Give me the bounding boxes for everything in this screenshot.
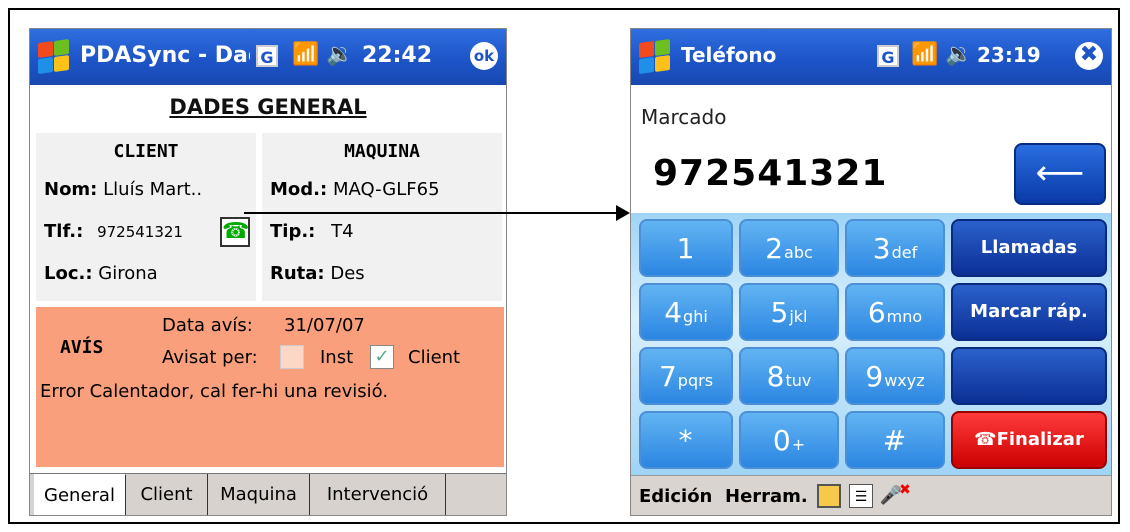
dialed-number: 972541321: [653, 153, 888, 194]
menu-edicion[interactable]: Edición: [639, 486, 712, 507]
menu-bar: Edición Herram. ☰ 🎤 ✖: [631, 475, 1111, 515]
loc-label: Loc.:: [44, 263, 93, 284]
volume-icon[interactable]: 🔉: [326, 42, 353, 67]
maquina-model-row: Mod.: MAQ-GLF65: [270, 179, 440, 200]
app-title: PDASync - Dadi: [80, 43, 250, 68]
data-avis-label: Data avís:: [162, 315, 253, 336]
key-9[interactable]: 9wxyz: [845, 347, 945, 405]
key-8[interactable]: 8tuv: [739, 347, 839, 405]
clock[interactable]: 22:42: [362, 43, 432, 68]
title-bar: PDASync - Dadi G 📶 🔉 22:42 ok: [30, 29, 506, 85]
tab-general[interactable]: General: [34, 474, 126, 515]
signal-icon[interactable]: 📶: [292, 42, 319, 67]
app-title: Teléfono: [681, 43, 777, 67]
client-phone-row: Tlf.: 972541321: [44, 221, 183, 242]
client-header: CLIENT: [113, 141, 179, 162]
call-phone-icon[interactable]: ☎: [220, 217, 250, 247]
maquina-panel: MAQUINA Mod.: MAQ-GLF65 Tip.: T4 Ruta: D…: [262, 133, 502, 301]
loc-value: Girona: [98, 263, 158, 284]
client-checkbox[interactable]: ✓: [370, 345, 394, 369]
avisat-per-label: Avisat per:: [162, 347, 258, 368]
key-6[interactable]: 6mno: [845, 283, 945, 341]
key-1[interactable]: 1: [639, 219, 733, 277]
g-network-icon: G: [877, 45, 899, 67]
client-panel: CLIENT Nom: Lluís Mart.. Tlf.: 972541321…: [36, 133, 256, 301]
phone-signal-icon[interactable]: 📶: [911, 42, 938, 67]
handset-icon: ☎: [974, 429, 997, 450]
blank-function-button[interactable]: [951, 347, 1107, 405]
client-location-row: Loc.: Girona: [44, 263, 158, 284]
notes-icon[interactable]: [817, 484, 841, 508]
muted-icon: ✖: [899, 482, 911, 498]
avis-section: AVÍS Data avís: 31/07/07 Avisat per: Ins…: [36, 307, 504, 467]
client-label: Client: [408, 347, 461, 368]
marcar-rapido-button[interactable]: Marcar ráp.: [951, 283, 1107, 341]
volume-icon[interactable]: 🔉: [945, 42, 972, 67]
contact-card-icon[interactable]: ☰: [849, 484, 873, 508]
mod-value: MAQ-GLF65: [332, 179, 440, 200]
tab-intervencio[interactable]: Intervenció: [310, 474, 446, 515]
menu-herram[interactable]: Herram.: [725, 486, 808, 507]
tab-maquina[interactable]: Maquina: [208, 474, 310, 515]
inst-label: Inst: [320, 347, 354, 368]
key-4[interactable]: 4ghi: [639, 283, 733, 341]
nom-value: Lluís Mart..: [103, 179, 203, 200]
backspace-button[interactable]: ⟵: [1014, 143, 1106, 205]
clock[interactable]: 23:19: [977, 43, 1041, 67]
key-5[interactable]: 5jkl: [739, 283, 839, 341]
close-icon[interactable]: ✖: [1075, 42, 1103, 70]
telefono-screen: Teléfono G 📶 🔉 23:19 ✖ Marcado 972541321…: [630, 28, 1112, 516]
ruta-label: Ruta:: [270, 263, 325, 284]
avis-label: AVÍS: [60, 337, 104, 358]
data-avis-value: 31/07/07: [284, 315, 365, 336]
title-bar: Teléfono G 📶 🔉 23:19 ✖: [631, 29, 1111, 85]
key-star[interactable]: *: [639, 411, 733, 469]
finalizar-button[interactable]: ☎Finalizar: [951, 411, 1107, 469]
key-0[interactable]: 0+: [739, 411, 839, 469]
tlf-value: 972541321: [97, 223, 183, 241]
g-network-icon: G: [256, 45, 278, 67]
ok-button[interactable]: ok: [470, 42, 498, 70]
windows-start-icon[interactable]: [637, 38, 673, 75]
maquina-header: MAQUINA: [344, 141, 420, 162]
key-3[interactable]: 3def: [845, 219, 945, 277]
marcado-label: Marcado: [641, 105, 727, 129]
tip-label: Tip.:: [270, 221, 316, 242]
inst-checkbox[interactable]: [280, 345, 304, 369]
maquina-type-row: Tip.: T4: [270, 221, 354, 242]
llamadas-button[interactable]: Llamadas: [951, 219, 1107, 277]
key-7[interactable]: 7pqrs: [639, 347, 733, 405]
tab-client[interactable]: Client: [126, 474, 208, 515]
windows-start-icon[interactable]: [36, 38, 72, 75]
page-title: DADES GENERAL: [169, 95, 367, 119]
key-2[interactable]: 2abc: [739, 219, 839, 277]
nom-label: Nom:: [44, 179, 98, 200]
dial-keypad: 1 2abc 3def Llamadas 4ghi 5jkl 6mno Marc…: [631, 213, 1111, 475]
client-name-row: Nom: Lluís Mart..: [44, 179, 202, 200]
maquina-route-row: Ruta: Des: [270, 263, 365, 284]
key-hash[interactable]: #: [845, 411, 945, 469]
tab-bar: General Client Maquina Intervenció: [30, 473, 506, 515]
mod-label: Mod.:: [270, 179, 328, 200]
pdasync-screen: PDASync - Dadi G 📶 🔉 22:42 ok DADES GENE…: [29, 28, 507, 516]
avis-message: Error Calentador, cal fer-hi una revisió…: [40, 381, 389, 402]
tlf-label: Tlf.:: [44, 221, 84, 242]
tip-value: T4: [331, 221, 354, 242]
ruta-value: Des: [330, 263, 365, 284]
